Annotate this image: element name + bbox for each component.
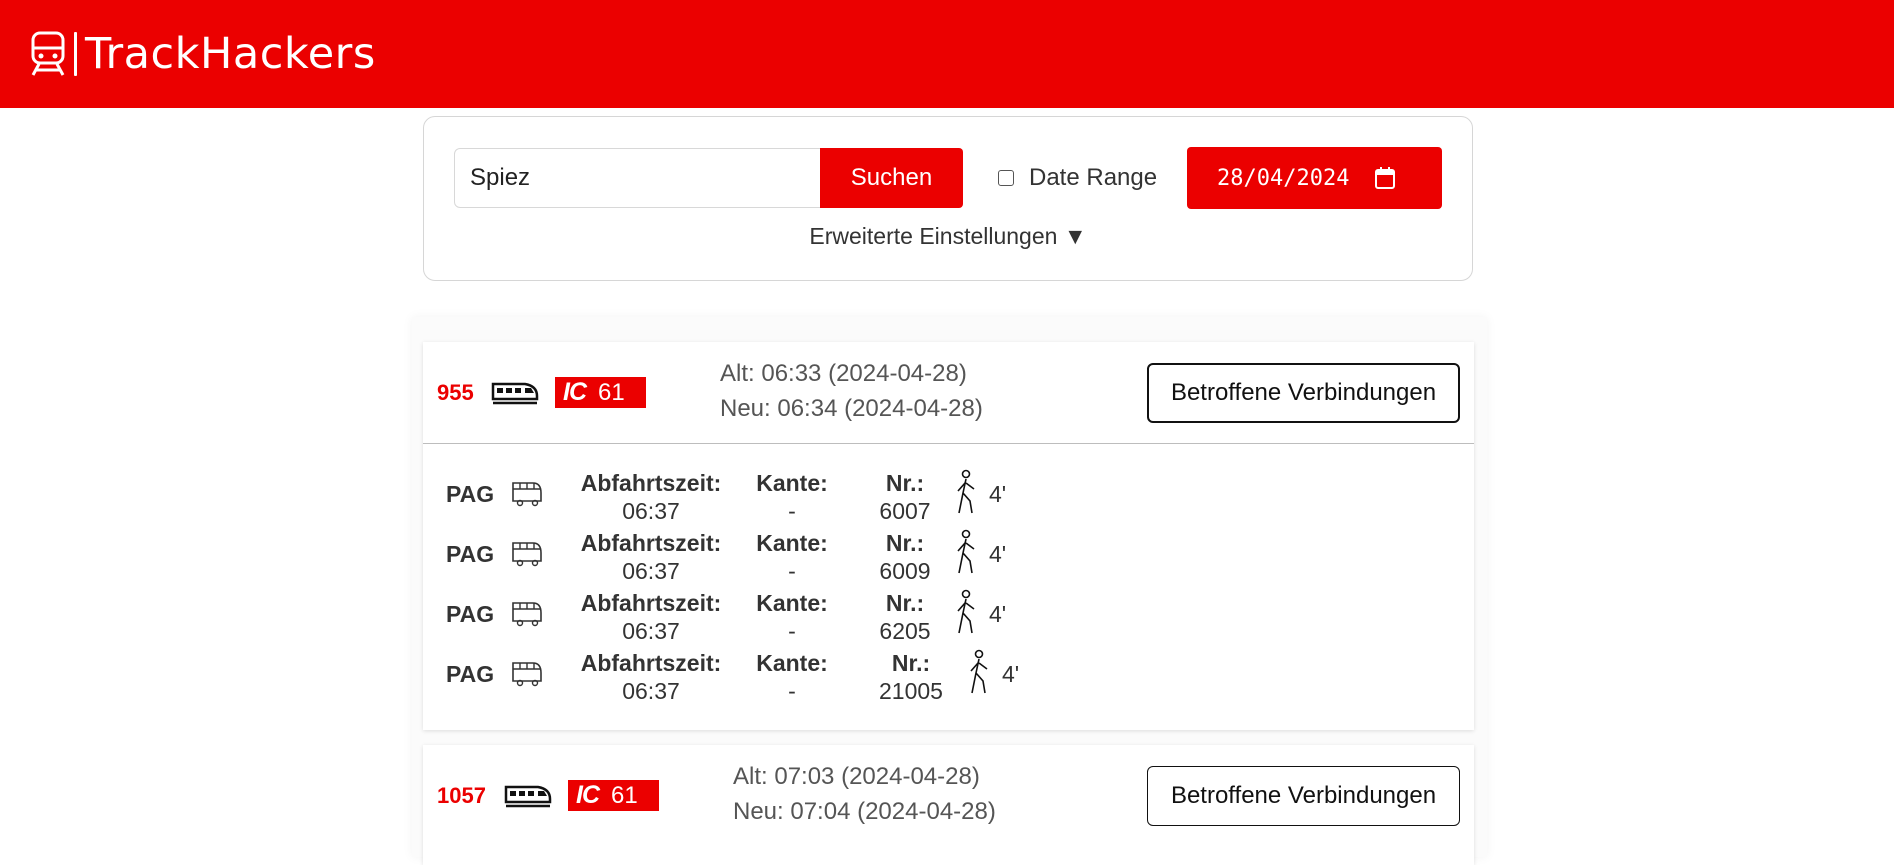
train-icon	[504, 785, 552, 808]
brand-divider	[74, 32, 77, 76]
connection-row[interactable]: PAG Abfahrtszeit: 06:37 Kante: - Nr.: 6009 …	[423, 529, 1474, 585]
search-button[interactable]: Suchen	[820, 148, 963, 208]
connection-row[interactable]: PAG Abfahrtszeit: 06:37 Kante: - Nr.: 21005…	[423, 649, 1474, 705]
brand-logo[interactable]: TrackHackers	[30, 29, 376, 79]
number-col: Nr.: 6007	[879, 470, 931, 524]
number-col: Nr.: 6009	[879, 530, 931, 584]
train-header: 955 IC 61 Alt: 06:33 (2024-04-28) Neu: 0…	[423, 342, 1474, 444]
number-col: Nr.: 6205	[879, 590, 931, 644]
ic-line-badge: IC 61	[568, 780, 659, 811]
connection-row[interactable]: PAG Abfahrtszeit: 06:37 Kante: - Nr.: 6007 …	[423, 469, 1474, 525]
departure-col: Abfahrtszeit: 06:37	[580, 650, 722, 704]
top-bar: TrackHackers	[0, 0, 1894, 108]
results-list: 955 IC 61 Alt: 06:33 (2024-04-28) Neu: 0…	[412, 317, 1487, 865]
train-number: 1057	[437, 783, 486, 808]
old-time: Alt: 07:03 (2024-04-28)	[733, 763, 980, 790]
number-col: Nr.: 21005	[879, 650, 943, 704]
edge-col: Kante: -	[756, 650, 828, 704]
affected-connections-button[interactable]: Betroffene Verbindungen	[1147, 363, 1460, 423]
divider	[423, 443, 1474, 444]
date-range-label: Date Range	[1029, 164, 1158, 191]
walking-time: 4'	[989, 601, 1007, 627]
station-search-input[interactable]	[454, 148, 824, 208]
walking-icon	[957, 589, 975, 634]
calendar-icon[interactable]	[1375, 167, 1396, 189]
walking-icon	[970, 649, 988, 694]
bus-icon	[512, 602, 542, 627]
brand-name: TrackHackers	[85, 29, 376, 79]
walking-time: 4'	[989, 481, 1007, 507]
operator: PAG	[446, 661, 495, 687]
advanced-settings-toggle[interactable]: Erweiterte Einstellungen ▼	[424, 223, 1472, 250]
walking-icon	[957, 469, 975, 514]
operator: PAG	[446, 601, 495, 627]
affected-connections-button[interactable]: Betroffene Verbindungen	[1147, 766, 1460, 826]
train-card: 1057 IC 61 Alt: 07:03 (2024-04-28) Neu: …	[423, 745, 1474, 865]
time-change: Alt: 06:33 (2024-04-28) Neu: 06:34 (2024…	[720, 356, 983, 426]
train-number: 955	[437, 380, 474, 405]
departure-col: Abfahrtszeit: 06:37	[580, 590, 722, 644]
bus-icon	[512, 542, 542, 567]
edge-col: Kante: -	[756, 530, 828, 584]
old-time: Alt: 06:33 (2024-04-28)	[720, 360, 967, 387]
edge-col: Kante: -	[756, 470, 828, 524]
connection-row[interactable]: PAG Abfahrtszeit: 06:37 Kante: - Nr.: 6205 …	[423, 589, 1474, 645]
time-change: Alt: 07:03 (2024-04-28) Neu: 07:04 (2024…	[733, 759, 996, 829]
train-header: 1057 IC 61 Alt: 07:03 (2024-04-28) Neu: …	[423, 745, 1474, 847]
ic-line-badge: IC 61	[555, 377, 646, 408]
date-picker[interactable]: 28/04/2024	[1187, 147, 1442, 209]
date-range-checkbox[interactable]	[998, 170, 1014, 186]
new-time: Neu: 07:04 (2024-04-28)	[733, 798, 996, 825]
departure-col: Abfahrtszeit: 06:37	[580, 530, 722, 584]
new-time: Neu: 06:34 (2024-04-28)	[720, 395, 983, 422]
walking-time: 4'	[1002, 661, 1020, 687]
operator: PAG	[446, 481, 495, 507]
walking-icon	[957, 529, 975, 574]
search-panel: Suchen Date Range 28/04/2024 Erweiterte …	[423, 116, 1473, 281]
bus-icon	[512, 482, 542, 507]
train-category: IC	[576, 781, 600, 809]
train-line: 61	[611, 781, 638, 809]
operator: PAG	[446, 541, 495, 567]
date-value: 28/04/2024	[1217, 165, 1350, 191]
edge-col: Kante: -	[756, 590, 828, 644]
train-line: 61	[598, 378, 625, 406]
date-range-toggle[interactable]: Date Range	[998, 164, 1157, 192]
train-category: IC	[563, 378, 587, 406]
bus-icon	[512, 662, 542, 687]
walking-time: 4'	[989, 541, 1007, 567]
train-icon	[491, 382, 539, 405]
departure-col: Abfahrtszeit: 06:37	[580, 470, 722, 524]
train-icon	[31, 31, 65, 76]
train-card: 955 IC 61 Alt: 06:33 (2024-04-28) Neu: 0…	[423, 342, 1474, 730]
